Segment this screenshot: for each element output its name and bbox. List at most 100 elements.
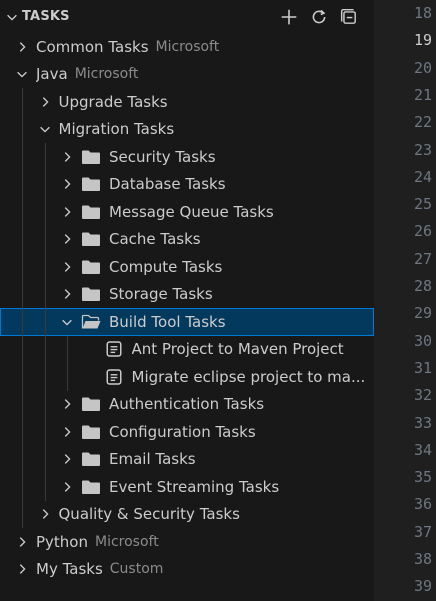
line-number: 19 [413, 31, 432, 50]
chevron-right-icon[interactable] [37, 506, 53, 522]
chevron-right-icon[interactable] [59, 259, 75, 275]
tree-item-label: Security Tasks [109, 147, 216, 166]
chevron-right-icon[interactable] [59, 204, 75, 220]
tree-item-ant-project-to-maven-project[interactable]: Ant Project to Maven Project [0, 336, 374, 364]
chevron-down-icon[interactable] [4, 9, 20, 25]
chevron-right-icon[interactable] [59, 176, 75, 192]
tree-item-label: My Tasks [36, 560, 103, 579]
tree-item-java[interactable]: Java Microsoft [0, 61, 374, 89]
chevron-right-icon[interactable] [59, 396, 75, 412]
tree-item-compute-tasks[interactable]: Compute Tasks [0, 253, 374, 281]
task-icon [104, 341, 124, 357]
tree-item-event-streaming-tasks[interactable]: Event Streaming Tasks [0, 473, 374, 501]
line-number: 28 [413, 277, 432, 295]
folder-icon [81, 451, 101, 467]
tree-item-configuration-tasks[interactable]: Configuration Tasks [0, 418, 374, 446]
line-number: 22 [413, 113, 432, 132]
tree-item-label: Common Tasks [36, 37, 149, 56]
tree-item-migration-tasks[interactable]: Migration Tasks [0, 116, 374, 144]
folder-icon [81, 424, 101, 440]
tree-item-description: Microsoft [95, 533, 159, 550]
tree-item-label: Quality & Security Tasks [58, 505, 240, 524]
chevron-right-icon[interactable] [59, 149, 75, 165]
panel-actions [278, 0, 360, 33]
line-number-gutter: 18 19 20 21 22 23 24 25 26 27 28 29 30 31 32 33 34 35 36 37… [374, 0, 436, 601]
chevron-right-icon[interactable] [59, 479, 75, 495]
tree-item-message-queue-tasks[interactable]: Message Queue Tasks [0, 198, 374, 226]
refresh-icon [312, 9, 326, 23]
line-number: 37 [413, 522, 432, 541]
line-number: 29 [413, 304, 432, 323]
chevron-down-icon[interactable] [14, 66, 30, 82]
tasks-panel-header[interactable]: TASKS [0, 0, 374, 33]
tree-item-upgrade-tasks[interactable]: Upgrade Tasks [0, 88, 374, 116]
tree-item-label: Compute Tasks [109, 257, 223, 276]
line-number: 39 [413, 577, 432, 596]
tree-item-label: Message Queue Tasks [109, 202, 274, 221]
collapse-all-button[interactable] [338, 6, 360, 28]
line-number: 32 [413, 386, 432, 405]
collapse-all-icon [340, 8, 356, 24]
task-tree: Common Tasks Microsoft Java Microsoft Upgrad… [0, 33, 374, 583]
tree-item-label: Python [36, 532, 88, 551]
chevron-right-icon[interactable] [37, 94, 53, 110]
tree-item-authentication-tasks[interactable]: Authentication Tasks [0, 391, 374, 419]
chevron-right-icon[interactable] [59, 451, 75, 467]
chevron-right-icon[interactable] [14, 534, 30, 550]
folder-icon [81, 259, 101, 275]
indent-guide [44, 143, 46, 501]
indent-guide [67, 335, 68, 391]
tree-item-label: Email Tasks [109, 450, 196, 469]
tree-item-migrate-eclipse-project-to-ma[interactable]: Migrate eclipse project to ma... [0, 363, 374, 391]
line-number: 20 [413, 58, 432, 77]
chevron-right-icon[interactable] [14, 39, 30, 55]
tree-item-python[interactable]: Python Microsoft [0, 528, 374, 556]
tree-item-label: Build Tool Tasks [109, 312, 226, 331]
tree-item-label: Configuration Tasks [109, 422, 256, 441]
tree-item-description: Custom [109, 561, 164, 578]
tree-item-label: Authentication Tasks [109, 395, 265, 414]
tree-item-build-tool-tasks[interactable]: Build Tool Tasks [0, 308, 374, 336]
refresh-button[interactable] [308, 6, 330, 28]
folder-icon [81, 286, 101, 302]
line-number: 33 [413, 413, 432, 432]
tree-item-database-tasks[interactable]: Database Tasks [0, 171, 374, 199]
add-task-button[interactable] [278, 6, 300, 28]
chevron-down-icon[interactable] [37, 121, 53, 137]
line-number: 27 [413, 249, 432, 268]
tree-item-description: Microsoft [155, 38, 220, 55]
tree-item-label: Event Streaming Tasks [109, 477, 280, 496]
line-number: 34 [413, 440, 432, 459]
folder-open-icon [81, 314, 101, 330]
tree-item-my-tasks[interactable]: My Tasks Custom [0, 556, 374, 584]
line-number: 25 [413, 195, 432, 214]
line-number: 30 [413, 331, 432, 350]
tree-item-storage-tasks[interactable]: Storage Tasks [0, 281, 374, 309]
indent-guide [22, 88, 23, 528]
tree-item-label: Storage Tasks [109, 285, 213, 304]
chevron-right-icon[interactable] [59, 286, 75, 302]
panel-title: TASKS [22, 9, 70, 24]
tree-item-label: Ant Project to Maven Project [131, 340, 344, 359]
line-number: 36 [413, 495, 432, 514]
tree-item-cache-tasks[interactable]: Cache Tasks [0, 226, 374, 254]
tree-item-security-tasks[interactable]: Security Tasks [0, 143, 374, 171]
line-number: 24 [413, 167, 432, 186]
tree-item-label: Cache Tasks [109, 230, 201, 249]
plus-icon [281, 9, 297, 24]
line-number: 38 [413, 550, 432, 568]
folder-icon [81, 204, 101, 220]
folder-icon [81, 176, 101, 192]
tree-item-quality-security-tasks[interactable]: Quality & Security Tasks [0, 501, 374, 529]
tree-item-common-tasks[interactable]: Common Tasks Microsoft [0, 33, 374, 61]
tree-item-label: Java [36, 65, 68, 84]
chevron-right-icon[interactable] [59, 424, 75, 440]
chevron-down-icon[interactable] [59, 314, 75, 330]
tree-item-email-tasks[interactable]: Email Tasks [0, 446, 374, 474]
tree-item-label: Migration Tasks [58, 120, 175, 139]
chevron-right-icon[interactable] [14, 561, 30, 577]
chevron-right-icon[interactable] [59, 231, 75, 247]
folder-icon [81, 479, 101, 495]
tree-item-label: Migrate eclipse project to ma... [131, 367, 366, 386]
folder-icon [81, 396, 101, 412]
